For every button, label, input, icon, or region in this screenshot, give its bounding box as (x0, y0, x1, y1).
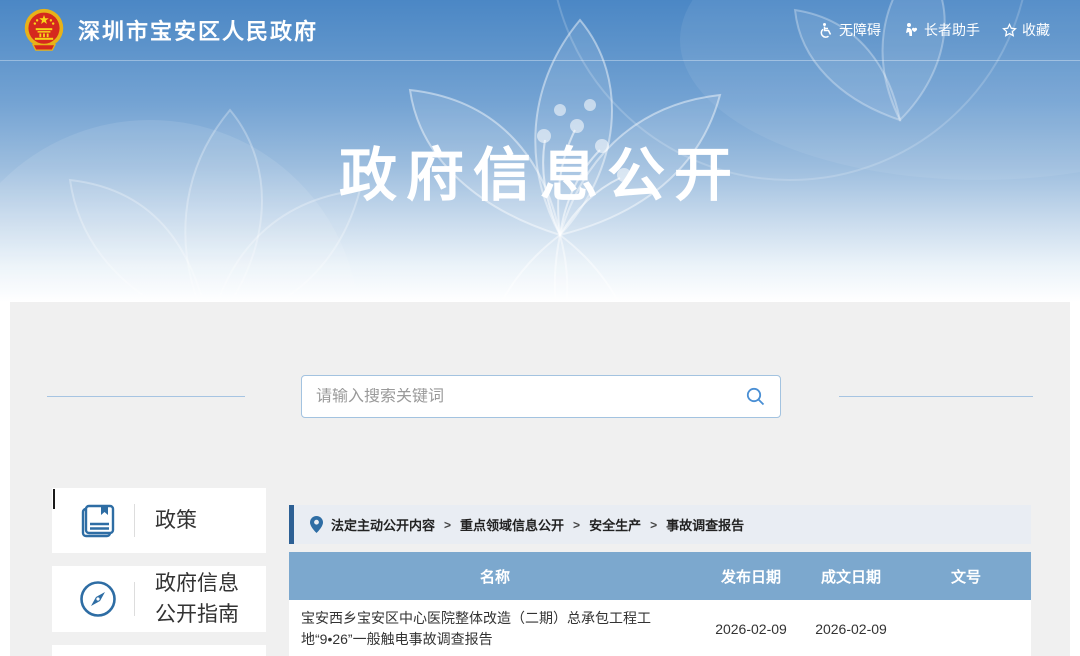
elder-helper-link[interactable]: 长者助手 (903, 20, 980, 40)
breadcrumb-item[interactable]: 法定主动公开内容 (331, 515, 435, 534)
search-input[interactable] (316, 388, 745, 406)
table-row: 宝安西乡宝安区中心医院整体改造（二期）总承包工程工地“9•26”一般触电事故调查… (289, 600, 1031, 656)
sidebar-item-disclosure-guide[interactable]: 政府信息公开指南 (52, 566, 266, 632)
report-title-link[interactable]: 宝安西乡宝安区中心医院整体改造（二期）总承包工程工地“9•26”一般触电事故调查… (289, 600, 701, 656)
accessibility-link[interactable]: 无障碍 (818, 20, 881, 40)
decorative-line-right (839, 396, 1033, 397)
sidebar-item-government-info[interactable]: 政府信息 (52, 645, 266, 656)
sidebar-item-policy[interactable]: 政策 (52, 488, 266, 553)
doc-date-cell: 2026-02-09 (801, 621, 901, 637)
breadcrumb-item[interactable]: 重点领域信息公开 (460, 515, 564, 534)
accessibility-label: 无障碍 (839, 20, 881, 40)
main-content: 法定主动公开内容 > 重点领域信息公开 > 安全生产 > 事故调查报告 名称 发… (289, 505, 1031, 656)
page-title: 政府信息公开 (0, 128, 1080, 212)
column-header-name: 名称 (289, 566, 701, 587)
page: 深圳市宝安区人民政府 无障碍 (0, 0, 1080, 656)
search-row (10, 375, 1070, 418)
content-container: 政策 政府信息公开指南 (10, 302, 1070, 656)
elder-helper-label: 长者助手 (924, 20, 980, 40)
table-header-row: 名称 发布日期 成文日期 文号 (289, 552, 1031, 600)
decorative-line-left (47, 396, 245, 397)
sidebar: 政策 政府信息公开指南 (52, 488, 266, 656)
column-header-doc-number: 文号 (901, 566, 1031, 587)
column-header-doc-date: 成文日期 (801, 566, 901, 587)
reports-table: 名称 发布日期 成文日期 文号 宝安西乡宝安区中心医院整体改造（二期）总承包工程… (289, 552, 1031, 656)
breadcrumb-separator: > (573, 518, 580, 532)
breadcrumb-item-current: 事故调查报告 (666, 515, 744, 534)
column-header-publish-date: 发布日期 (701, 566, 801, 587)
favorite-label: 收藏 (1022, 20, 1050, 40)
location-pin-icon (310, 516, 323, 533)
site-brand[interactable]: 深圳市宝安区人民政府 (22, 8, 318, 52)
elder-helper-icon (903, 22, 919, 38)
breadcrumb: 法定主动公开内容 > 重点领域信息公开 > 安全生产 > 事故调查报告 (289, 505, 1031, 544)
national-emblem-logo (22, 8, 66, 52)
compass-icon (62, 578, 134, 620)
text-caret (53, 489, 55, 509)
topbar: 深圳市宝安区人民政府 无障碍 (0, 0, 1080, 61)
book-icon (62, 500, 134, 542)
topbar-links: 无障碍 长者助手 收藏 (818, 20, 1050, 40)
sidebar-item-label: 政策 (135, 505, 256, 536)
breadcrumb-separator: > (444, 518, 451, 532)
search-box (301, 375, 781, 418)
banner: 深圳市宝安区人民政府 无障碍 (0, 0, 1080, 302)
publish-date-cell: 2026-02-09 (701, 621, 801, 637)
site-title: 深圳市宝安区人民政府 (78, 14, 318, 46)
breadcrumb-separator: > (650, 518, 657, 532)
star-icon (1002, 23, 1017, 38)
favorite-link[interactable]: 收藏 (1002, 20, 1050, 40)
search-button[interactable] (745, 386, 766, 407)
wheelchair-icon (818, 22, 834, 38)
sidebar-item-label: 政府信息公开指南 (135, 568, 256, 630)
breadcrumb-item[interactable]: 安全生产 (589, 515, 641, 534)
search-icon (745, 386, 766, 407)
